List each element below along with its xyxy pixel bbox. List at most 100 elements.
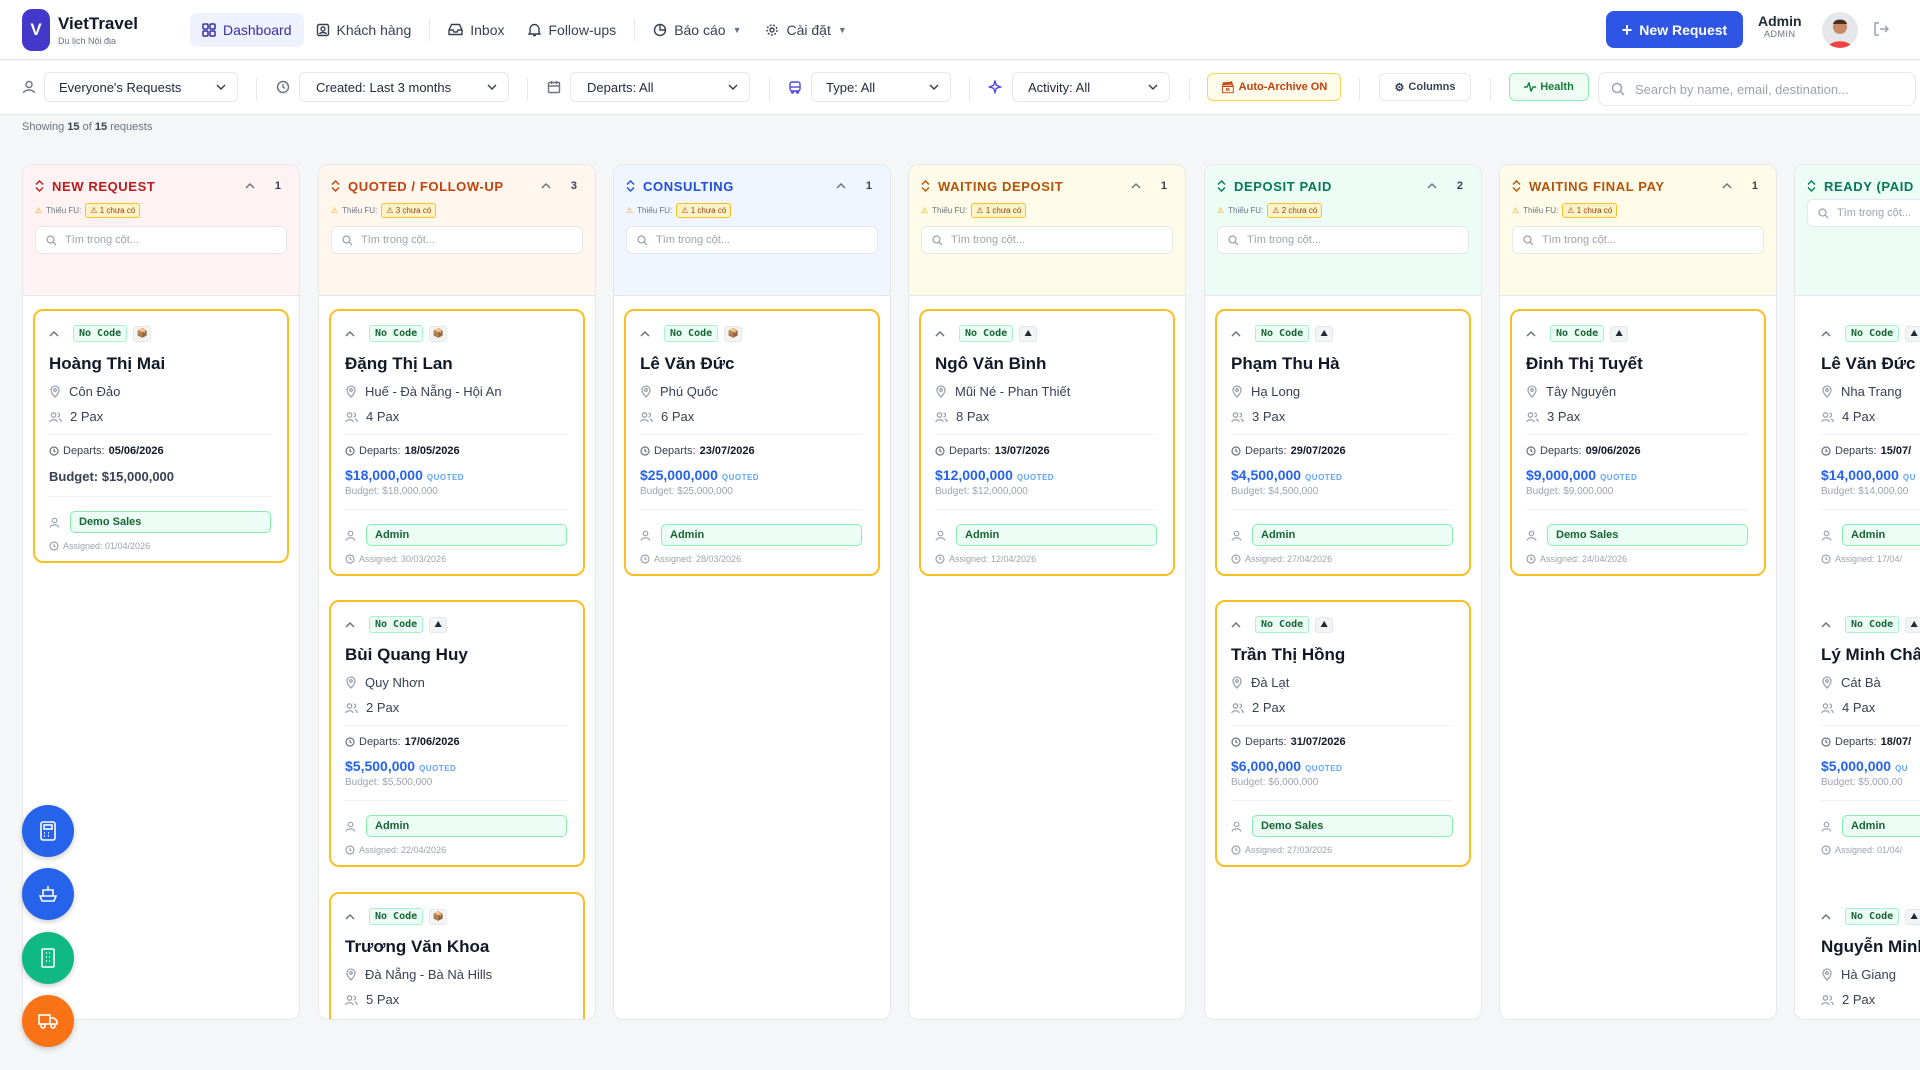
column-search-input[interactable]: Tìm trong cột... [1217, 226, 1469, 254]
followup-badge[interactable]: ⚠ 1 chưa có [971, 203, 1027, 218]
customer-name[interactable]: Phạm Thu Hà [1231, 354, 1453, 374]
columns-button[interactable]: ⚙ Columns [1379, 73, 1471, 101]
chevron-up-icon[interactable] [541, 182, 551, 190]
request-card[interactable]: No Code ⛰ Lê Văn Đức Nha Trang 4 Pax Dep… [1805, 309, 1920, 576]
calculator-fab-button[interactable] [22, 805, 74, 857]
assignee-select[interactable]: Demo Sales [1252, 815, 1453, 837]
customer-name[interactable]: Lê Văn Đức [1821, 354, 1920, 374]
type-filter-select[interactable]: Type: All [811, 72, 951, 102]
followup-badge[interactable]: ⚠ 1 chưa có [1562, 203, 1618, 218]
avatar[interactable] [1822, 12, 1858, 48]
customer-name[interactable]: Bùi Quang Huy [345, 645, 567, 665]
request-card[interactable]: No Code 📦 Hoàng Thị Mai Côn Đảo 2 Pax De… [33, 309, 289, 563]
departs-filter-select[interactable]: Departs: All [570, 72, 750, 102]
sort-icon[interactable] [1217, 180, 1226, 192]
sort-icon[interactable] [35, 180, 44, 192]
assignee-select[interactable]: Admin [1252, 524, 1453, 546]
sort-icon[interactable] [331, 180, 340, 192]
column-count: 3 [570, 180, 577, 192]
request-card[interactable]: No Code ⛰ Đinh Thị Tuyết Tây Nguyên 3 Pa… [1510, 309, 1766, 576]
customer-name[interactable]: Hoàng Thị Mai [49, 354, 271, 374]
people-icon [1821, 994, 1834, 1005]
chevron-up-icon[interactable] [345, 330, 355, 338]
chevron-up-icon[interactable] [345, 913, 355, 921]
nav-followups[interactable]: Follow-ups [516, 13, 628, 47]
assignee-select[interactable]: Admin [366, 815, 567, 837]
request-card[interactable]: No Code ⛰ Phạm Thu Hà Hạ Long 3 Pax Depa… [1215, 309, 1471, 576]
column-search-input[interactable]: Tìm trong cột... [1807, 199, 1920, 227]
request-card[interactable]: No Code 📦 Đặng Thị Lan Huế - Đà Nẵng - H… [329, 309, 585, 576]
chevron-up-icon[interactable] [640, 330, 650, 338]
customer-name[interactable]: Lý Minh Châ [1821, 645, 1920, 665]
assignee-select[interactable]: Admin [1842, 815, 1920, 837]
column-search-input[interactable]: Tìm trong cột... [921, 226, 1173, 254]
customer-name[interactable]: Đinh Thị Tuyết [1526, 354, 1748, 374]
customer-name[interactable]: Nguyễn Minh [1821, 937, 1920, 957]
request-card[interactable]: No Code ⛰ Bùi Quang Huy Quy Nhơn 2 Pax D… [329, 600, 585, 867]
activity-filter-select[interactable]: Activity: All [1012, 72, 1170, 102]
column-search-input[interactable]: Tìm trong cột... [35, 226, 287, 254]
customer-name[interactable]: Ngô Văn Bình [935, 354, 1157, 374]
health-button[interactable]: Health [1509, 73, 1589, 101]
request-card[interactable]: No Code ⛰ Lý Minh Châ Cát Bà 4 Pax Depar… [1805, 600, 1920, 867]
customer-name[interactable]: Lê Văn Đức [640, 354, 862, 374]
request-card[interactable]: No Code ⛰ Nguyễn Minh Hà Giang 2 Pax [1805, 892, 1920, 1019]
nav-settings[interactable]: Cài đặt ▼ [753, 13, 858, 47]
sort-icon[interactable] [626, 180, 635, 192]
chevron-up-icon[interactable] [935, 330, 945, 338]
nav-customers[interactable]: Khách hàng [304, 13, 424, 47]
chevron-up-icon[interactable] [245, 182, 255, 190]
chevron-up-icon[interactable] [836, 182, 846, 190]
brand-logo[interactable]: V VietTravel Du lịch Nội địa [22, 8, 172, 51]
followup-badge[interactable]: ⚠ 3 chưa có [381, 203, 437, 218]
chevron-up-icon[interactable] [1821, 621, 1831, 629]
column-search-input[interactable]: Tìm trong cột... [1512, 226, 1764, 254]
auto-archive-toggle[interactable]: 🗃 Auto-Archive ON [1207, 73, 1341, 101]
owner-filter-select[interactable]: Everyone's Requests [44, 72, 238, 102]
request-card[interactable]: No Code ⛰ Trần Thị Hồng Đà Lạt 2 Pax Dep… [1215, 600, 1471, 867]
sort-icon[interactable] [921, 180, 930, 192]
logout-icon[interactable] [1872, 20, 1890, 43]
building-fab-button[interactable] [22, 932, 74, 984]
sort-icon[interactable] [1512, 180, 1521, 192]
customer-name[interactable]: Đặng Thị Lan [345, 354, 567, 374]
user-icon [1821, 821, 1832, 832]
chevron-up-icon[interactable] [1231, 330, 1241, 338]
assignee-select[interactable]: Admin [956, 524, 1157, 546]
request-card[interactable]: No Code 📦 Lê Văn Đức Phú Quốc 6 Pax Depa… [624, 309, 880, 576]
request-card[interactable]: No Code 📦 Trương Văn Khoa Đà Nẵng - Bà N… [329, 892, 585, 1019]
request-card[interactable]: No Code ⛰ Ngô Văn Bình Mũi Né - Phan Thi… [919, 309, 1175, 576]
column-search-input[interactable]: Tìm trong cột... [626, 226, 878, 254]
chevron-up-icon[interactable] [1427, 182, 1437, 190]
assignee-select[interactable]: Admin [661, 524, 862, 546]
chevron-up-icon[interactable] [1821, 330, 1831, 338]
assignee-select[interactable]: Demo Sales [1547, 524, 1748, 546]
sort-icon[interactable] [1807, 180, 1816, 192]
chevron-up-icon[interactable] [1526, 330, 1536, 338]
nav-reports[interactable]: Báo cáo ▼ [641, 13, 753, 47]
nav-dashboard[interactable]: Dashboard [190, 12, 304, 47]
people-icon [345, 411, 358, 422]
chevron-up-icon[interactable] [1722, 182, 1732, 190]
chevron-up-icon[interactable] [1821, 913, 1831, 921]
nav-inbox[interactable]: Inbox [436, 13, 516, 47]
followup-badge[interactable]: ⚠ 1 chưa có [676, 203, 732, 218]
user-info[interactable]: Admin ADMIN [1758, 13, 1802, 39]
ferry-fab-button[interactable] [22, 868, 74, 920]
chevron-up-icon[interactable] [345, 621, 355, 629]
customer-name[interactable]: Trương Văn Khoa [345, 937, 567, 957]
search-input[interactable]: Search by name, email, destination... [1598, 72, 1916, 106]
followup-badge[interactable]: ⚠ 2 chưa có [1267, 203, 1323, 218]
assignee-select[interactable]: Admin [366, 524, 567, 546]
truck-fab-button[interactable] [22, 995, 74, 1047]
created-filter-select[interactable]: Created: Last 3 months [299, 72, 509, 102]
chevron-up-icon[interactable] [1231, 621, 1241, 629]
assignee-select[interactable]: Admin [1842, 524, 1920, 546]
customer-name[interactable]: Trần Thị Hồng [1231, 645, 1453, 665]
column-search-input[interactable]: Tìm trong cột... [331, 226, 583, 254]
assignee-select[interactable]: Demo Sales [70, 511, 271, 533]
chevron-up-icon[interactable] [49, 330, 59, 338]
followup-badge[interactable]: ⚠ 1 chưa có [85, 203, 141, 218]
new-request-button[interactable]: + New Request [1606, 11, 1743, 48]
chevron-up-icon[interactable] [1131, 182, 1141, 190]
